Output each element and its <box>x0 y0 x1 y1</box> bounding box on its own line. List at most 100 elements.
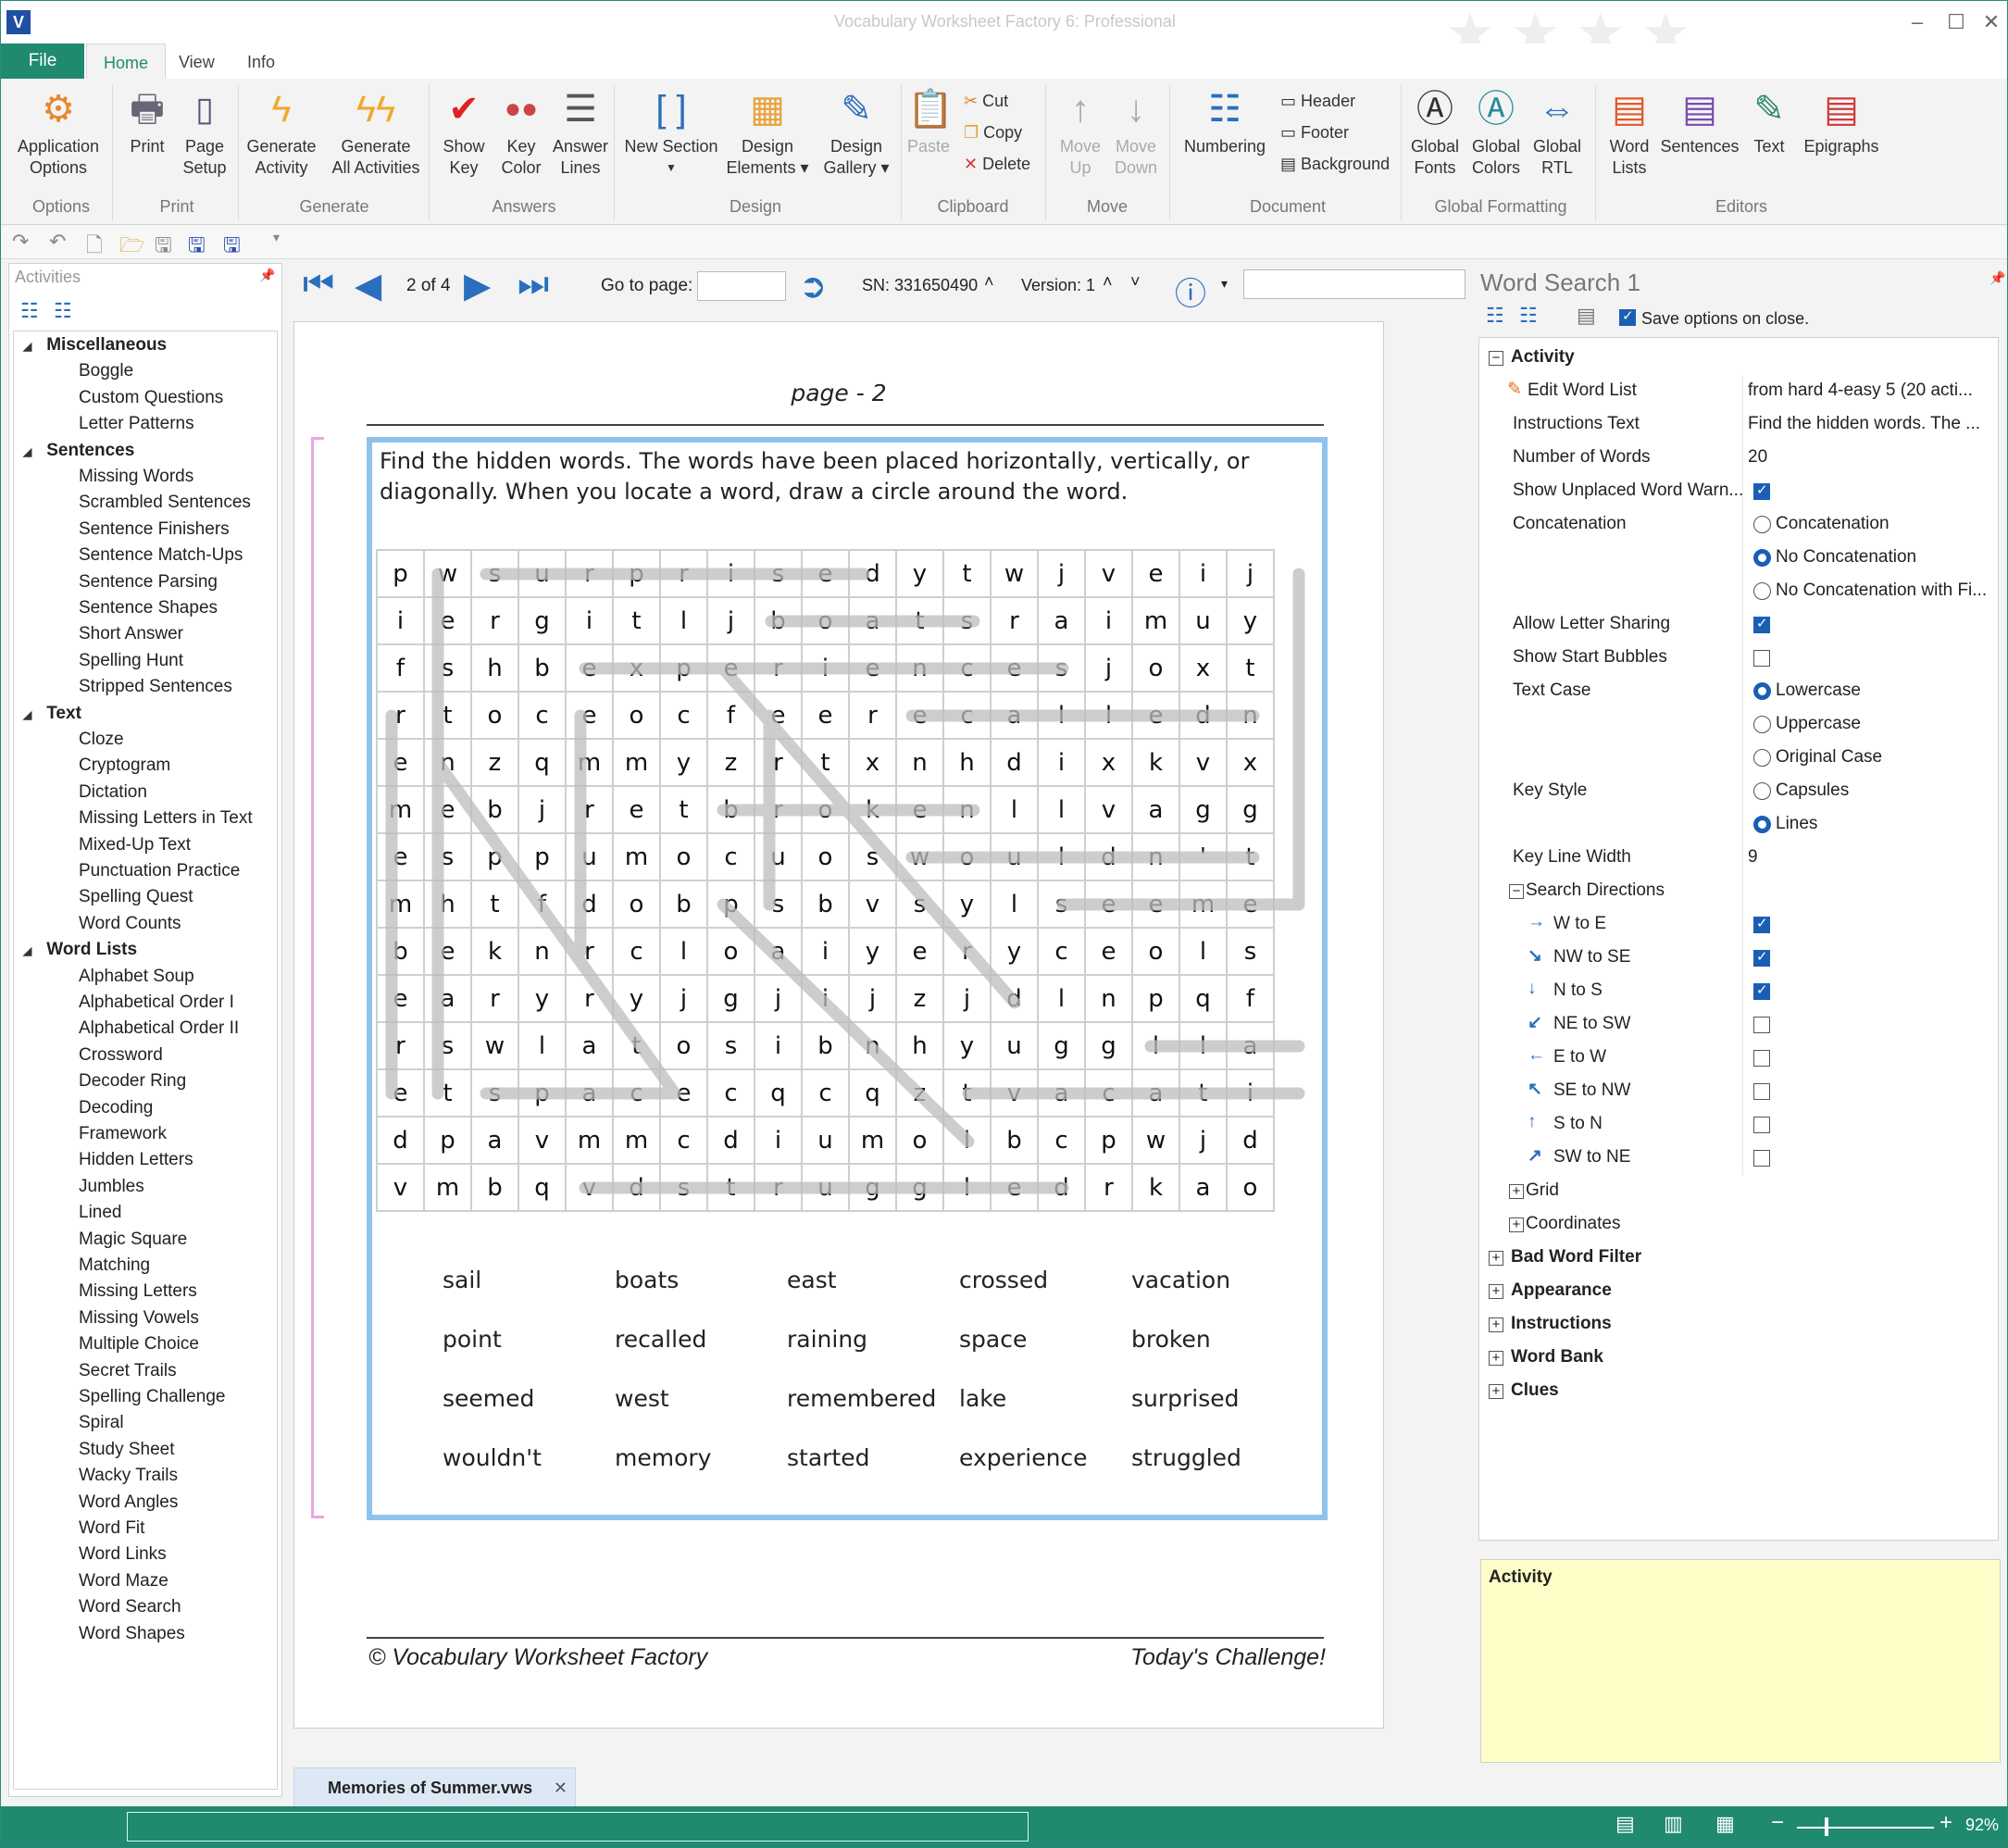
tree-item[interactable]: Alphabetical Order II <box>79 1018 239 1039</box>
expand-icon[interactable]: + <box>1489 1317 1503 1332</box>
grid-cell[interactable]: o <box>1131 643 1180 693</box>
grid-cell[interactable]: y <box>848 927 897 976</box>
grid-cell[interactable]: l <box>942 1116 992 1165</box>
global-rtl-button[interactable]: ⇔ Global RTL <box>1528 88 1586 179</box>
search-direction-row[interactable]: ↘ NW to SE <box>1479 942 1998 975</box>
grid-cell[interactable]: v <box>518 1116 567 1165</box>
grid-cell[interactable]: n <box>518 927 567 976</box>
grid-cell[interactable]: e <box>990 1163 1039 1212</box>
grid-cell[interactable]: l <box>1131 1021 1180 1070</box>
zoom-slider-handle[interactable] <box>1825 1817 1828 1836</box>
zoom-in-icon[interactable]: + <box>1939 1810 1952 1836</box>
generate-activity-button[interactable]: ϟ Generate Activity <box>243 88 319 179</box>
grid-cell[interactable]: q <box>848 1068 897 1118</box>
grid-cell[interactable]: r <box>1084 1163 1133 1212</box>
grid-cell[interactable]: i <box>1226 1068 1275 1118</box>
grid-cell[interactable]: i <box>565 596 614 645</box>
key-style[interactable]: Key Style Capsules Lines <box>1479 775 1998 842</box>
grid-cell[interactable]: z <box>470 738 519 787</box>
tree-item[interactable]: Mixed-Up Text <box>79 835 191 855</box>
grid-cell[interactable]: v <box>1084 549 1133 598</box>
tree-item[interactable]: Cloze <box>79 730 124 750</box>
search-direction-row[interactable]: ↓ N to S <box>1479 975 1998 1008</box>
grid-cell[interactable]: u <box>990 832 1039 881</box>
tree-item[interactable]: Dictation <box>79 782 147 803</box>
grid-cell[interactable]: e <box>423 785 472 834</box>
tree-item[interactable]: Alphabetical Order I <box>79 993 234 1013</box>
grid-cell[interactable]: c <box>942 643 992 693</box>
word-lists-button[interactable]: ▤ Word Lists <box>1601 88 1658 179</box>
grid-cell[interactable]: g <box>1226 785 1275 834</box>
grid-cell[interactable]: t <box>612 596 661 645</box>
grid-cell[interactable]: g <box>1084 1021 1133 1070</box>
grid-cell[interactable]: q <box>754 1068 803 1118</box>
generate-all-activities-button[interactable]: ϟϟ Generate All Activities <box>325 88 427 179</box>
tree-item[interactable]: Word Angles <box>79 1492 178 1513</box>
global-fonts-button[interactable]: Ⓐ Global Fonts <box>1406 88 1464 179</box>
direction-checkbox[interactable] <box>1753 915 1770 933</box>
grid-cell[interactable]: s <box>1037 880 1086 929</box>
grid-cell[interactable]: e <box>376 832 425 881</box>
grid-cell[interactable]: g <box>895 1163 944 1212</box>
grid-cell[interactable]: t <box>1226 832 1275 881</box>
grid-cell[interactable]: i <box>706 549 755 598</box>
grid-cell[interactable]: a <box>565 1021 614 1070</box>
key-color-button[interactable]: ●● Key Color <box>493 88 549 179</box>
grid-cell[interactable]: n <box>1131 832 1180 881</box>
grid-cell[interactable]: e <box>659 1068 708 1118</box>
grid-cell[interactable]: w <box>990 549 1039 598</box>
collapse-all-icon[interactable]: ☷ <box>1519 304 1538 328</box>
delete-button[interactable]: ✕ Delete <box>964 153 1030 175</box>
key-line-width-value[interactable]: 9 <box>1748 847 1990 868</box>
grid-cell[interactable]: x <box>1226 738 1275 787</box>
grid-cell[interactable]: a <box>1226 1021 1275 1070</box>
search-direction-row[interactable]: ← E to W <box>1479 1042 1998 1075</box>
grid-cell[interactable]: r <box>942 927 992 976</box>
grid-cell[interactable]: m <box>1179 880 1228 929</box>
grid-cell[interactable]: q <box>518 1163 567 1212</box>
tree-item[interactable]: Decoding <box>79 1098 153 1118</box>
grid-cell[interactable]: a <box>1179 1163 1228 1212</box>
grid-cell[interactable]: m <box>612 832 661 881</box>
grid-cell[interactable]: s <box>470 549 519 598</box>
grid-cell[interactable]: p <box>706 880 755 929</box>
first-page-icon[interactable]: ⏮ <box>303 265 334 305</box>
previous-page-icon[interactable]: ◀ <box>355 265 381 306</box>
go-arrow-icon[interactable]: ➲ <box>799 267 827 306</box>
grid-cell[interactable]: l <box>1037 832 1086 881</box>
grid-cell[interactable]: b <box>990 1116 1039 1165</box>
tree-item[interactable]: Hidden Letters <box>79 1150 193 1170</box>
grid-cell[interactable]: m <box>423 1163 472 1212</box>
info-dropdown-icon[interactable]: ▾ <box>1221 276 1228 292</box>
grid-cell[interactable]: j <box>1179 1116 1228 1165</box>
tree-item[interactable]: Decoder Ring <box>79 1071 186 1092</box>
expand-icon[interactable]: + <box>1489 1351 1503 1366</box>
grid-cell[interactable]: o <box>895 1116 944 1165</box>
grid-cell[interactable]: p <box>423 1116 472 1165</box>
grid-cell[interactable]: t <box>942 549 992 598</box>
tree-item[interactable]: Word Maze <box>79 1571 168 1592</box>
grid-cell[interactable]: s <box>1226 927 1275 976</box>
tab-info[interactable]: Info <box>231 44 292 79</box>
tab-home[interactable]: Home <box>86 44 167 79</box>
grid-cell[interactable]: r <box>565 974 614 1023</box>
save-all-icon[interactable]: 🖫 <box>223 230 241 265</box>
grid-cell[interactable]: p <box>470 832 519 881</box>
grid-cell[interactable]: j <box>942 974 992 1023</box>
grid-cell[interactable]: e <box>1226 880 1275 929</box>
key-style-radio[interactable] <box>1753 816 1771 833</box>
grid-cell[interactable]: b <box>518 643 567 693</box>
grid-cell[interactable]: e <box>1131 549 1180 598</box>
grid-cell[interactable]: r <box>565 927 614 976</box>
grid-cell[interactable]: j <box>518 785 567 834</box>
direction-checkbox[interactable] <box>1753 1117 1770 1133</box>
paste-button[interactable]: 📋 Paste <box>904 88 954 157</box>
grid-cell[interactable]: j <box>706 596 755 645</box>
tree-item[interactable]: Multiple Choice <box>79 1334 199 1355</box>
grid-cell[interactable]: m <box>612 738 661 787</box>
show-bubbles-checkbox[interactable] <box>1753 650 1770 667</box>
tree-item[interactable]: Boggle <box>79 361 133 381</box>
tree-item[interactable]: Secret Trails <box>79 1361 177 1381</box>
edit-word-list[interactable]: Edit Word List from hard 4-easy 5 (20 act… <box>1479 375 1998 408</box>
concatenation-radio[interactable] <box>1753 549 1771 567</box>
